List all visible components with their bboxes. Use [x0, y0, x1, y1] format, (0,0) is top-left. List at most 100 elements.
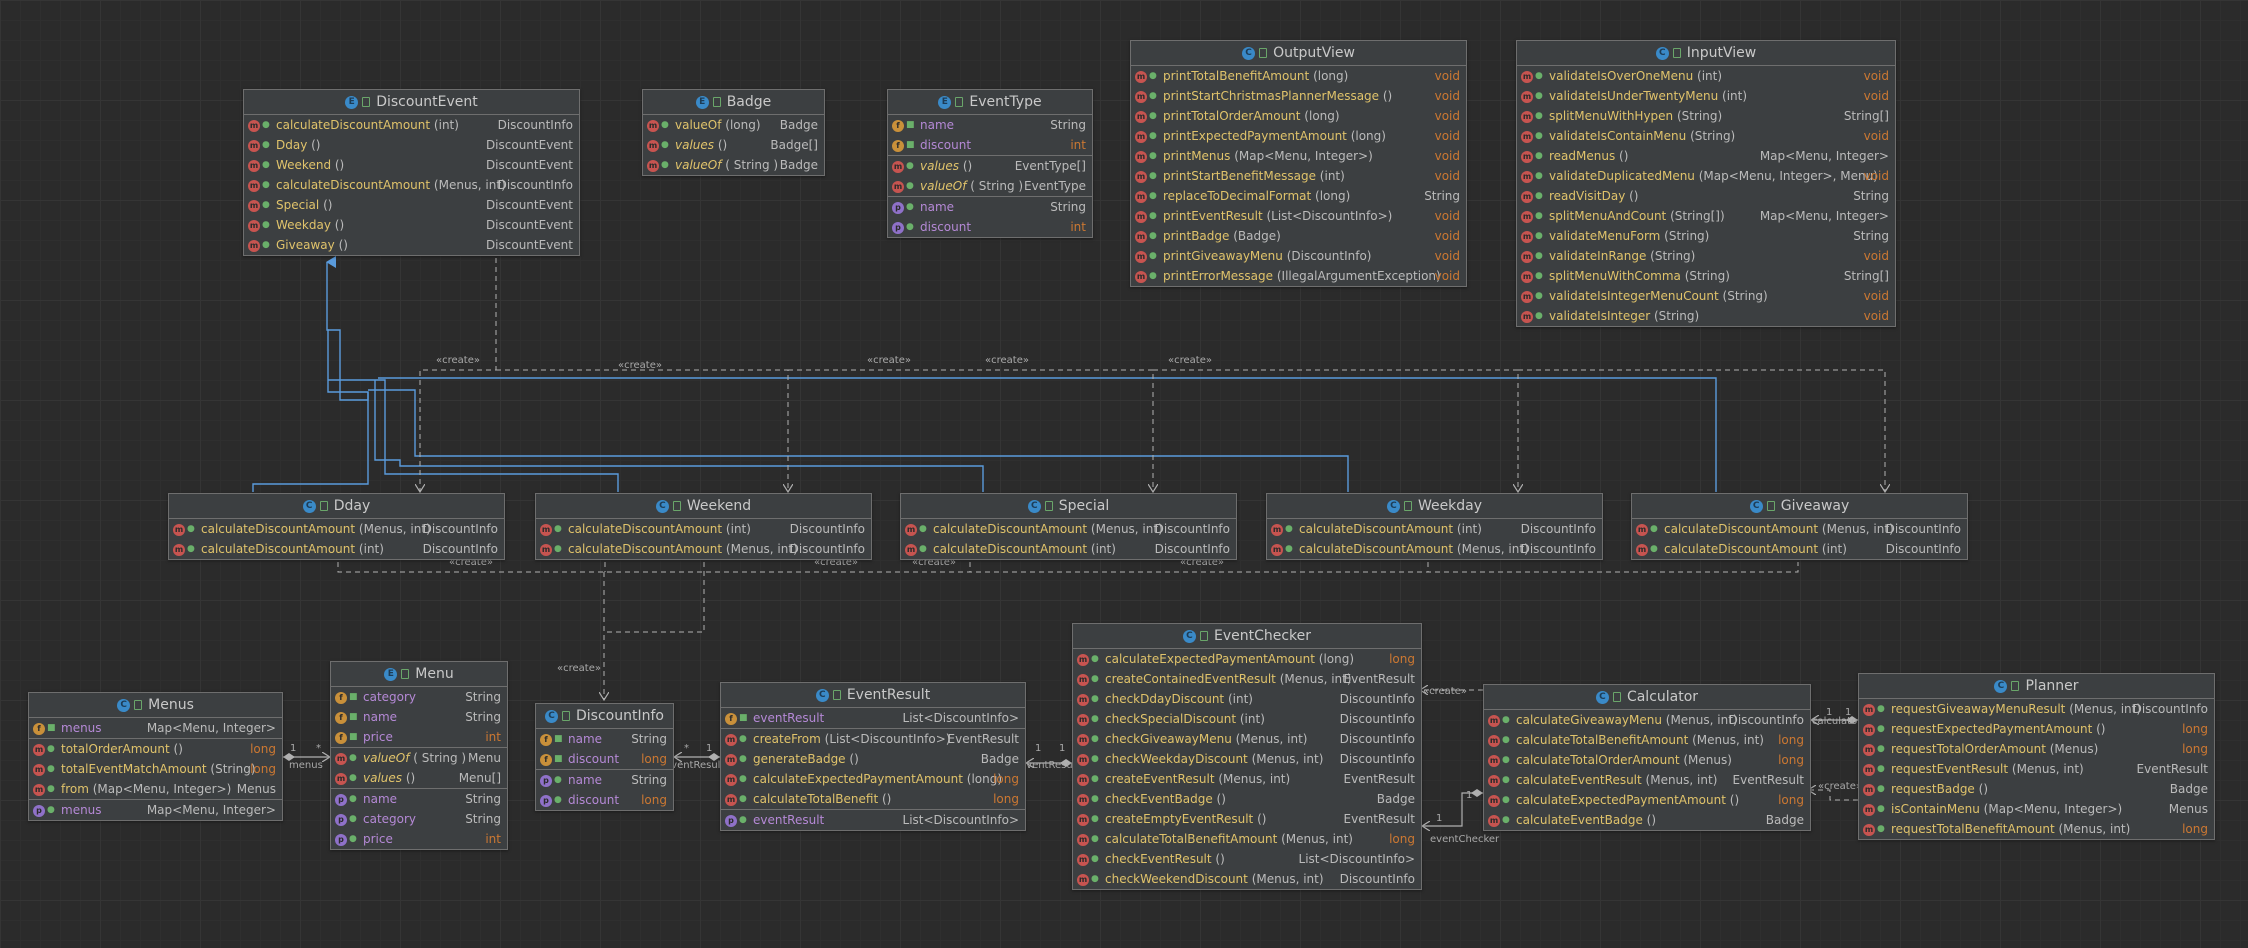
member-method[interactable]: m ● calculateExpectedPaymentAmount (long) l…	[1073, 649, 1421, 669]
class-eventchecker[interactable]: C EventChecker m ● calculateExpectedPaymentA…	[1072, 623, 1422, 890]
member-method[interactable]: m ● calculateTotalBenefit () long	[721, 789, 1025, 809]
member-field[interactable]: p ● category String	[331, 809, 507, 829]
member-field[interactable]: p ● discount long	[536, 790, 673, 810]
member-method[interactable]: m ● printStartBenefitMessage (int) void	[1131, 166, 1466, 186]
member-method[interactable]: m ● calculateDiscountAmount (Menus, int) Di…	[1632, 519, 1967, 539]
member-field[interactable]: f ■ discount int	[888, 135, 1092, 155]
member-method[interactable]: m ● checkDdayDiscount (int) DiscountInfo	[1073, 689, 1421, 709]
member-method[interactable]: m ● calculateDiscountAmount (int) DiscountI…	[169, 539, 504, 559]
member-method[interactable]: m ● validateIsOverOneMenu (int) void	[1517, 66, 1895, 86]
member-method[interactable]: m ● checkWeekdayDiscount (Menus, int) Disco…	[1073, 749, 1421, 769]
class-discountinfo[interactable]: C DiscountInfo f ■ name String f ■ discount long p…	[535, 703, 674, 811]
member-method[interactable]: m ● printGiveawayMenu (DiscountInfo) void	[1131, 246, 1466, 266]
member-method[interactable]: m ● from (Map<Menu, Integer>) Menus	[29, 779, 282, 799]
member-method[interactable]: m ● calculateTotalBenefitAmount (Menus, in…	[1073, 829, 1421, 849]
member-method[interactable]: m ● calculateTotalOrderAmount (Menus) long	[1484, 750, 1810, 770]
member-field[interactable]: f ■ name String	[888, 115, 1092, 135]
class-giveaway[interactable]: C Giveaway m ● calculateDiscountAmount (Menu…	[1631, 493, 1968, 560]
member-method[interactable]: m ● calculateDiscountAmount (Menus, int) Di…	[901, 519, 1236, 539]
member-field[interactable]: f ■ eventResult List<DiscountInfo>	[721, 708, 1025, 728]
class-weekday[interactable]: C Weekday m ● calculateDiscountAmount (int) D…	[1266, 493, 1603, 560]
class-badge[interactable]: E Badge m ● valueOf (long) Badge m ● values () Ba…	[642, 89, 825, 176]
member-method[interactable]: m ● createContainedEventResult (Menus, int…	[1073, 669, 1421, 689]
class-planner[interactable]: C Planner m ● requestGiveawayMenuResult (Men…	[1858, 673, 2215, 840]
member-method[interactable]: m ● generateBadge () Badge	[721, 749, 1025, 769]
member-field[interactable]: f ■ name String	[331, 707, 507, 727]
member-method[interactable]: m ● printEventResult (List<DiscountInfo>) v…	[1131, 206, 1466, 226]
member-field[interactable]: p ● name String	[888, 197, 1092, 217]
member-method[interactable]: m ● checkEventBadge () Badge	[1073, 789, 1421, 809]
member-field[interactable]: p ● name String	[536, 770, 673, 790]
member-method[interactable]: m ● splitMenuAndCount (String[]) Map<Menu, …	[1517, 206, 1895, 226]
member-method[interactable]: m ● valueOf ( String ) Badge	[643, 155, 824, 175]
member-method[interactable]: m ● validateInRange (String) void	[1517, 246, 1895, 266]
member-field[interactable]: f ■ discount long	[536, 749, 673, 769]
member-method[interactable]: m ● Weekday () DiscountEvent	[244, 215, 579, 235]
member-method[interactable]: m ● printStartChristmasPlannerMessage () vo…	[1131, 86, 1466, 106]
class-discountevent[interactable]: E DiscountEvent m ● calculateDiscountAmount …	[243, 89, 580, 256]
member-method[interactable]: m ● readVisitDay () String	[1517, 186, 1895, 206]
member-method[interactable]: m ● printErrorMessage (IllegalArgumentExce…	[1131, 266, 1466, 286]
member-method[interactable]: m ● printBadge (Badge) void	[1131, 226, 1466, 246]
member-method[interactable]: m ● validateIsIntegerMenuCount (String) voi…	[1517, 286, 1895, 306]
member-field[interactable]: p ● name String	[331, 789, 507, 809]
member-method[interactable]: m ● printMenus (Map<Menu, Integer>) void	[1131, 146, 1466, 166]
member-method[interactable]: m ● totalOrderAmount () long	[29, 739, 282, 759]
member-method[interactable]: m ● calculateExpectedPaymentAmount () long	[1484, 790, 1810, 810]
member-method[interactable]: m ● checkSpecialDiscount (int) DiscountInfo	[1073, 709, 1421, 729]
member-method[interactable]: m ● checkGiveawayMenu (Menus, int) Discount…	[1073, 729, 1421, 749]
class-eventtype[interactable]: E EventType f ■ name String f ■ discount int m ● val…	[887, 89, 1093, 238]
member-field[interactable]: f ■ name String	[536, 729, 673, 749]
member-method[interactable]: m ● valueOf ( String ) EventType	[888, 176, 1092, 196]
class-weekend[interactable]: C Weekend m ● calculateDiscountAmount (int) D…	[535, 493, 872, 560]
class-menu[interactable]: E Menu f ■ category String f ■ name String f ■ price…	[330, 661, 508, 850]
member-method[interactable]: m ● calculateEventResult (Menus, int) Event…	[1484, 770, 1810, 790]
member-method[interactable]: m ● calculateDiscountAmount (int) DiscountI…	[1632, 539, 1967, 559]
member-method[interactable]: m ● values () Menu[]	[331, 768, 507, 788]
member-method[interactable]: m ● validateIsUnderTwentyMenu (int) void	[1517, 86, 1895, 106]
class-dday[interactable]: C Dday m ● calculateDiscountAmount (Menus, i…	[168, 493, 505, 560]
member-method[interactable]: m ● Giveaway () DiscountEvent	[244, 235, 579, 255]
member-method[interactable]: m ● createEventResult (Menus, int) EventRes…	[1073, 769, 1421, 789]
member-method[interactable]: m ● values () EventType[]	[888, 156, 1092, 176]
member-method[interactable]: m ● splitMenuWithHypen (String) String[]	[1517, 106, 1895, 126]
member-method[interactable]: m ● values () Badge[]	[643, 135, 824, 155]
member-method[interactable]: m ● createEmptyEventResult () EventResult	[1073, 809, 1421, 829]
member-method[interactable]: m ● replaceToDecimalFormat (long) String	[1131, 186, 1466, 206]
member-method[interactable]: m ● calculateDiscountAmount (int) DiscountI…	[536, 519, 871, 539]
member-method[interactable]: m ● isContainMenu (Map<Menu, Integer>) Menu…	[1859, 799, 2214, 819]
member-method[interactable]: m ● printExpectedPaymentAmount (long) void	[1131, 126, 1466, 146]
member-method[interactable]: m ● calculateDiscountAmount (Menus, int) Di…	[1267, 539, 1602, 559]
member-field[interactable]: f ■ price int	[331, 727, 507, 747]
member-field[interactable]: p ● eventResult List<DiscountInfo>	[721, 810, 1025, 830]
member-method[interactable]: m ● printTotalBenefitAmount (long) void	[1131, 66, 1466, 86]
member-method[interactable]: m ● calculateGiveawayMenu (Menus, int) Disc…	[1484, 710, 1810, 730]
member-method[interactable]: m ● checkEventResult () List<DiscountInfo>	[1073, 849, 1421, 869]
member-method[interactable]: m ● validateMenuForm (String) String	[1517, 226, 1895, 246]
member-method[interactable]: m ● valueOf ( String ) Menu	[331, 748, 507, 768]
member-method[interactable]: m ● requestGiveawayMenuResult (Menus, int)…	[1859, 699, 2214, 719]
member-method[interactable]: m ● requestEventResult (Menus, int) EventRe…	[1859, 759, 2214, 779]
class-outputview[interactable]: C OutputView m ● printTotalBenefitAmount (lo…	[1130, 40, 1467, 287]
member-field[interactable]: p ● price int	[331, 829, 507, 849]
class-calculator[interactable]: C Calculator m ● calculateGiveawayMenu (Menu…	[1483, 684, 1811, 831]
member-field[interactable]: p ● discount int	[888, 217, 1092, 237]
member-method[interactable]: m ● requestExpectedPaymentAmount () long	[1859, 719, 2214, 739]
member-method[interactable]: m ● calculateExpectedPaymentAmount (long) l…	[721, 769, 1025, 789]
member-method[interactable]: m ● Special () DiscountEvent	[244, 195, 579, 215]
member-method[interactable]: m ● requestBadge () Badge	[1859, 779, 2214, 799]
member-method[interactable]: m ● requestTotalBenefitAmount (Menus, int)…	[1859, 819, 2214, 839]
member-field[interactable]: f ■ category String	[331, 687, 507, 707]
member-method[interactable]: m ● printTotalOrderAmount (long) void	[1131, 106, 1466, 126]
member-method[interactable]: m ● readMenus () Map<Menu, Integer>	[1517, 146, 1895, 166]
member-method[interactable]: m ● requestTotalOrderAmount (Menus) long	[1859, 739, 2214, 759]
member-method[interactable]: m ● calculateDiscountAmount (Menus, int) Di…	[536, 539, 871, 559]
member-method[interactable]: m ● valueOf (long) Badge	[643, 115, 824, 135]
member-field[interactable]: p ● menus Map<Menu, Integer>	[29, 800, 282, 820]
member-method[interactable]: m ● calculateDiscountAmount (Menus, int) Di…	[169, 519, 504, 539]
class-eventresult[interactable]: C EventResult f ■ eventResult List<DiscountIn…	[720, 682, 1026, 831]
member-method[interactable]: m ● calculateDiscountAmount (int) DiscountI…	[1267, 519, 1602, 539]
class-inputview[interactable]: C InputView m ● validateIsOverOneMenu (int) v…	[1516, 40, 1896, 327]
member-method[interactable]: m ● calculateTotalBenefitAmount (Menus, in…	[1484, 730, 1810, 750]
member-method[interactable]: m ● validateIsInteger (String) void	[1517, 306, 1895, 326]
